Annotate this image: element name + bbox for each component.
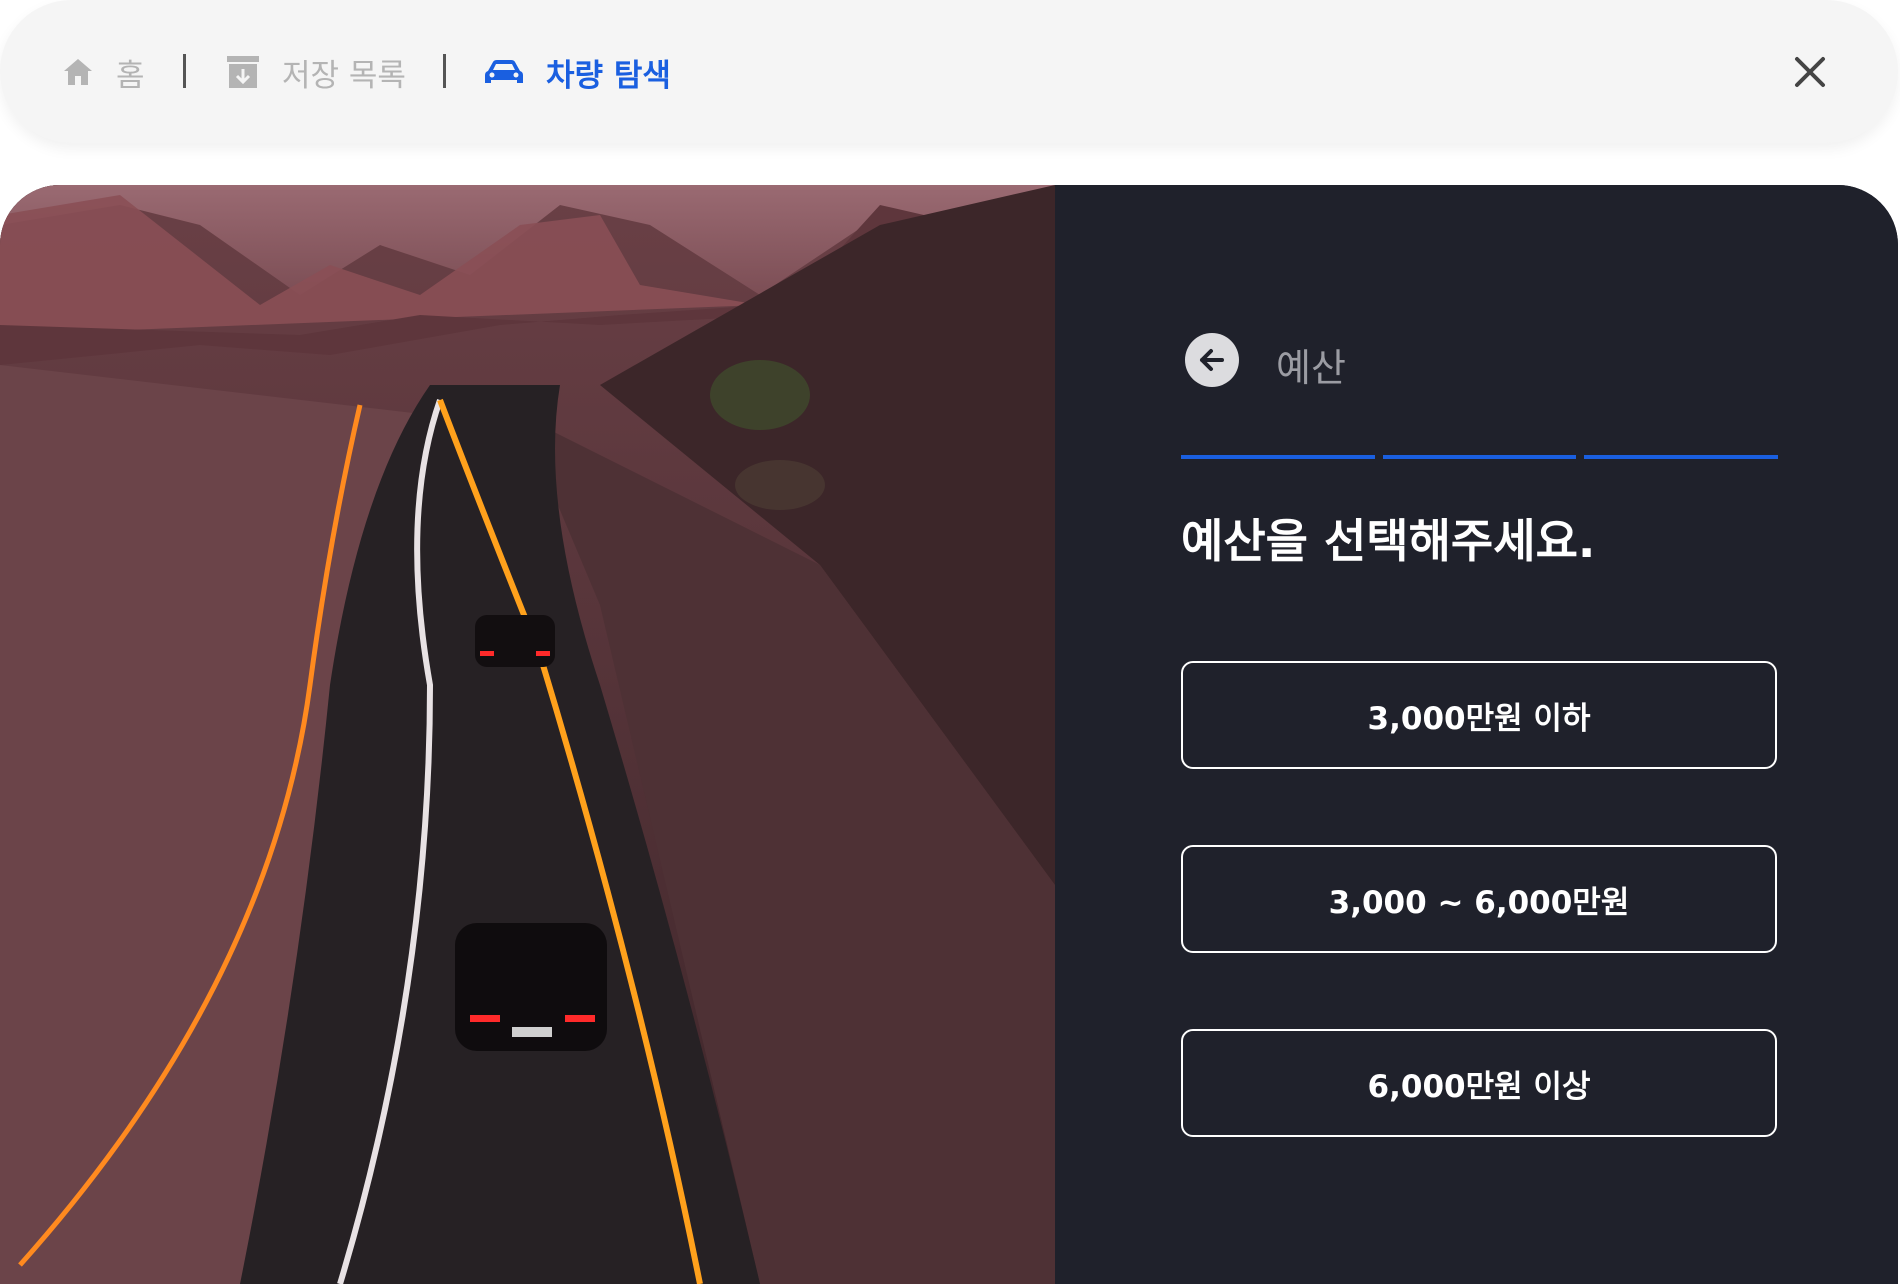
budget-panel: 예산 예산을 선택해주세요. 3,000만원 이하 3,000 ~ 6,000만…	[1055, 185, 1898, 1284]
nav-separator	[443, 54, 446, 88]
top-navigation-bar: 홈 저장 목록 차량 탐색	[0, 0, 1898, 143]
arrow-left-icon	[1200, 349, 1224, 371]
breadcrumb-nav: 홈 저장 목록 차량 탐색	[0, 0, 1898, 143]
nav-separator	[183, 54, 186, 88]
nav-saved-label: 저장 목록	[282, 57, 406, 94]
nav-item-explore[interactable]: 차량 탐색	[484, 50, 671, 94]
step-progress	[1181, 455, 1779, 459]
progress-segment	[1181, 455, 1375, 459]
question-heading: 예산을 선택해주세요.	[1181, 514, 1596, 568]
progress-segment	[1382, 455, 1577, 459]
budget-option-under-3000[interactable]: 3,000만원 이하	[1181, 661, 1777, 769]
car-far	[475, 615, 555, 667]
car-near	[455, 923, 607, 1051]
desert-road-illustration	[0, 185, 1055, 1284]
nav-item-home[interactable]: 홈	[62, 50, 145, 94]
step-title: 예산	[1276, 346, 1346, 390]
progress-segment	[1584, 455, 1779, 459]
car-icon	[485, 60, 523, 83]
nav-home-label: 홈	[116, 57, 145, 94]
back-button[interactable]	[1185, 333, 1239, 387]
budget-selection-card: 예산 예산을 선택해주세요. 3,000만원 이하 3,000 ~ 6,000만…	[0, 185, 1898, 1284]
archive-icon	[227, 56, 259, 88]
budget-option-3000-6000[interactable]: 3,000 ~ 6,000만원	[1181, 845, 1777, 953]
nav-item-saved[interactable]: 저장 목록	[226, 50, 406, 94]
home-icon	[64, 59, 92, 85]
hero-image	[0, 185, 1055, 1284]
nav-explore-label: 차량 탐색	[546, 57, 671, 94]
budget-option-over-6000[interactable]: 6,000만원 이상	[1181, 1029, 1777, 1137]
close-icon[interactable]	[1792, 54, 1828, 90]
